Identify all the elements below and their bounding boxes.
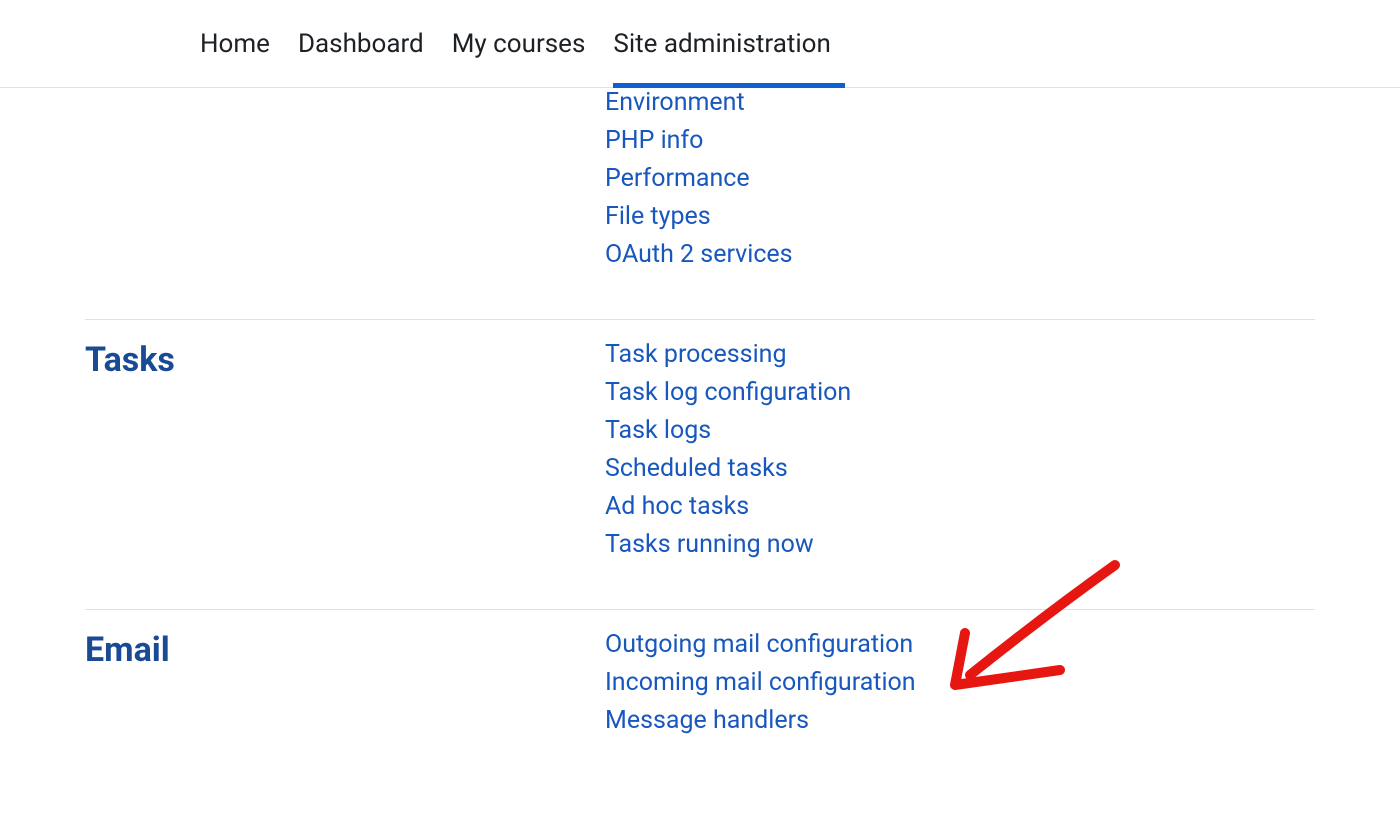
link-task-logs[interactable]: Task logs (605, 416, 851, 445)
section-heading-email[interactable]: Email (85, 630, 605, 670)
nav-site-administration[interactable]: Site administration (613, 0, 831, 88)
nav-dashboard[interactable]: Dashboard (298, 0, 424, 88)
section-server-partial: Environment PHP info Performance File ty… (85, 88, 1315, 320)
content-area: Environment PHP info Performance File ty… (0, 88, 1400, 825)
link-scheduled-tasks[interactable]: Scheduled tasks (605, 454, 851, 483)
nav-home[interactable]: Home (200, 0, 270, 88)
link-message-handlers[interactable]: Message handlers (605, 706, 916, 735)
section-email: Email Outgoing mail configuration Incomi… (85, 610, 1315, 785)
link-incoming-mail-configuration[interactable]: Incoming mail configuration (605, 668, 916, 697)
link-outgoing-mail-configuration[interactable]: Outgoing mail configuration (605, 630, 916, 659)
section-links-email: Outgoing mail configuration Incoming mai… (605, 630, 916, 735)
link-task-processing[interactable]: Task processing (605, 340, 851, 369)
link-file-types[interactable]: File types (605, 202, 793, 231)
link-tasks-running-now[interactable]: Tasks running now (605, 530, 851, 559)
link-php-info[interactable]: PHP info (605, 126, 793, 155)
link-oauth2-services[interactable]: OAuth 2 services (605, 240, 793, 269)
section-title-column: Tasks (85, 340, 605, 559)
section-links-server: Environment PHP info Performance File ty… (605, 88, 793, 269)
section-heading-tasks[interactable]: Tasks (85, 340, 605, 380)
top-navbar: Home Dashboard My courses Site administr… (0, 0, 1400, 88)
section-links-tasks: Task processing Task log configuration T… (605, 340, 851, 559)
section-tasks: Tasks Task processing Task log configura… (85, 320, 1315, 610)
link-ad-hoc-tasks[interactable]: Ad hoc tasks (605, 492, 851, 521)
section-title-column: Email (85, 630, 605, 735)
nav-my-courses[interactable]: My courses (452, 0, 586, 88)
section-title-column (85, 88, 605, 269)
link-performance[interactable]: Performance (605, 164, 793, 193)
link-task-log-configuration[interactable]: Task log configuration (605, 378, 851, 407)
link-environment[interactable]: Environment (605, 88, 793, 117)
